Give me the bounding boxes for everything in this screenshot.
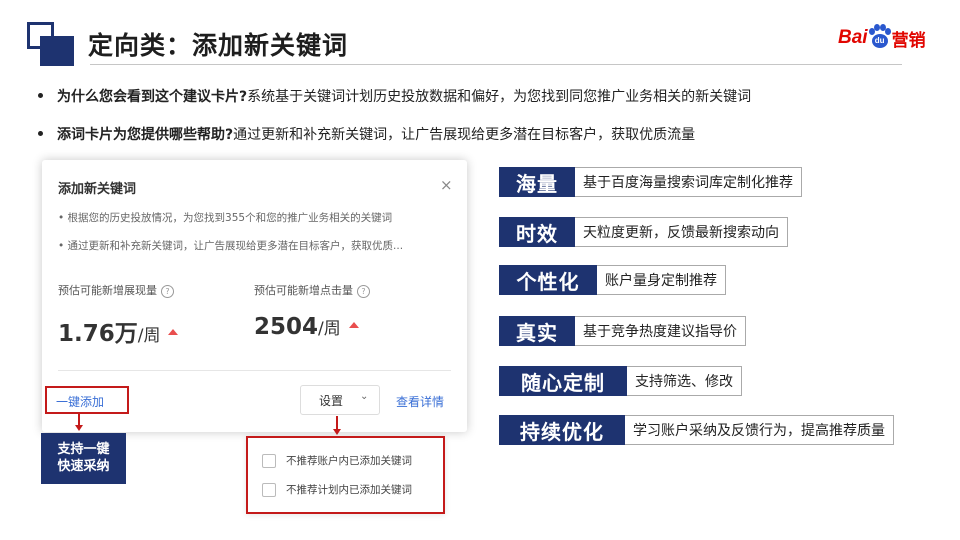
stat-clicks-value: 2504/周 <box>254 314 359 340</box>
stat-clicks-unit: /周 <box>318 319 341 339</box>
settings-label: 设置 <box>319 394 344 408</box>
arrow-head-icon <box>75 425 83 431</box>
stat-clicks-number: 2504 <box>254 314 319 340</box>
close-icon[interactable]: × <box>440 176 453 194</box>
feature-tag: 真实 <box>499 316 575 346</box>
stat-impressions-value: 1.76万/周 <box>58 314 179 348</box>
feature-tag: 个性化 <box>499 265 597 295</box>
stat-clicks-label: 预估可能新增点击量? <box>254 282 370 298</box>
one-click-add-button[interactable]: 一键添加 <box>56 393 104 410</box>
bullet-why: 为什么您会看到这个建议卡片?系统基于关键词计划历史投放数据和偏好，为您找到同您推… <box>38 86 751 106</box>
dialog-desc-2: • 通过更新和补充新关键词，让广告展现给更多潜在目标客户，获取优质... <box>58 240 404 252</box>
feature-tag: 持续优化 <box>499 415 625 445</box>
option-exclude-account[interactable]: 不推荐账户内已添加关键词 <box>262 453 412 468</box>
callout-line-2: 快速采纳 <box>57 459 110 474</box>
chevron-down-icon: ⌄ <box>360 391 369 402</box>
feature-desc: 学习账户采纳及反馈行为，提高推荐质量 <box>625 415 894 445</box>
logo-du-text: du <box>871 34 888 48</box>
arrow-to-popup <box>336 416 338 430</box>
stat-impressions-unit: /周 <box>137 326 161 346</box>
dialog-desc-1: • 根据您的历史投放情况，为您找到355个和您的推广业务相关的关键词 <box>58 212 393 224</box>
baidu-paw-icon: du <box>868 24 891 50</box>
dialog-title: 添加新关键词 <box>58 182 137 197</box>
settings-popup: 不推荐账户内已添加关键词 不推荐计划内已添加关键词 <box>246 436 445 514</box>
trend-up-icon <box>348 321 359 328</box>
feature-customizable: 随心定制 支持筛选、修改 <box>499 366 742 396</box>
bullet-dot <box>38 92 43 98</box>
dialog-divider <box>58 370 451 371</box>
bullet-help: 添词卡片为您提供哪些帮助?通过更新和补充新关键词，让广告展现给更多潜在目标客户，… <box>38 124 695 144</box>
page-title: 定向类：添加新关键词 <box>88 31 349 60</box>
feature-tag: 海量 <box>499 167 575 197</box>
bullet-dot <box>38 130 43 136</box>
stat-clicks-label-text: 预估可能新增点击量 <box>254 284 353 297</box>
stat-impressions-label: 预估可能新增展现量? <box>58 282 174 298</box>
help-icon[interactable]: ? <box>357 284 370 298</box>
one-click-callout: 支持一键 快速采纳 <box>41 433 126 484</box>
option-label: 不推荐账户内已添加关键词 <box>286 455 412 467</box>
bullet-why-question: 为什么您会看到这个建议卡片? <box>57 89 248 105</box>
feature-timeliness: 时效 天粒度更新，反馈最新搜索动向 <box>499 217 788 247</box>
add-keywords-dialog: 添加新关键词 × • 根据您的历史投放情况，为您找到355个和您的推广业务相关的… <box>42 160 467 432</box>
feature-tag: 时效 <box>499 217 575 247</box>
view-details-link[interactable]: 查看详情 <box>396 393 444 410</box>
feature-desc: 天粒度更新，反馈最新搜索动向 <box>575 217 788 247</box>
stat-impressions-number: 1.76万 <box>58 321 138 347</box>
feature-desc: 基于竞争热度建议指导价 <box>575 316 746 346</box>
bullet-help-question: 添词卡片为您提供哪些帮助? <box>57 127 234 143</box>
feature-volume: 海量 基于百度海量搜索词库定制化推荐 <box>499 167 802 197</box>
feature-desc: 支持筛选、修改 <box>627 366 742 396</box>
bullet-why-answer: 系统基于关键词计划历史投放数据和偏好，为您找到同您推广业务相关的新关键词 <box>247 89 752 105</box>
callout-line-1: 支持一键 <box>57 442 110 457</box>
option-label: 不推荐计划内已添加关键词 <box>286 484 412 496</box>
option-exclude-plan[interactable]: 不推荐计划内已添加关键词 <box>262 482 412 497</box>
title-decoration-block <box>40 36 74 66</box>
header-divider <box>90 64 902 65</box>
feature-personalized: 个性化 账户量身定制推荐 <box>499 265 726 295</box>
trend-up-icon <box>168 328 179 335</box>
feature-desc: 账户量身定制推荐 <box>597 265 726 295</box>
bullet-help-answer: 通过更新和补充新关键词，让广告展现给更多潜在目标客户，获取优质流量 <box>233 127 696 143</box>
baidu-marketing-logo: Bai du 营销 <box>838 20 926 56</box>
checkbox[interactable] <box>262 453 276 468</box>
feature-optimization: 持续优化 学习账户采纳及反馈行为，提高推荐质量 <box>499 415 894 445</box>
feature-tag: 随心定制 <box>499 366 627 396</box>
arrow-head-icon <box>333 429 341 435</box>
stat-impressions-label-text: 预估可能新增展现量 <box>58 284 157 297</box>
logo-yingxiao-text: 营销 <box>891 30 926 50</box>
feature-authentic: 真实 基于竞争热度建议指导价 <box>499 316 746 346</box>
checkbox[interactable] <box>262 482 276 497</box>
help-icon[interactable]: ? <box>161 284 174 298</box>
logo-bai-text: Bai <box>838 27 868 48</box>
feature-desc: 基于百度海量搜索词库定制化推荐 <box>575 167 802 197</box>
